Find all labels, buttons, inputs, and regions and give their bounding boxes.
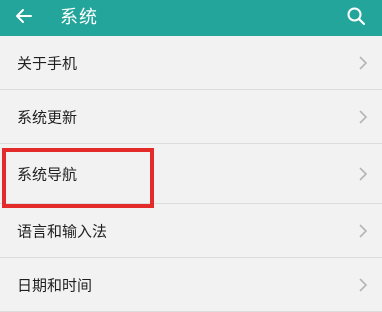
settings-item-label: 语言和输入法 [17, 222, 108, 240]
chevron-right-icon [358, 166, 368, 182]
settings-item-system-navigation[interactable]: 系统导航 [0, 144, 382, 204]
settings-item-label: 关于手机 [17, 54, 78, 72]
arrow-left-icon [14, 6, 34, 30]
app-bar: 系统 [0, 0, 382, 36]
chevron-right-icon [358, 223, 368, 239]
settings-item-language-input[interactable]: 语言和输入法 [0, 204, 382, 258]
page-title: 系统 [60, 7, 98, 28]
search-button[interactable] [342, 4, 370, 32]
settings-item-label: 系统更新 [17, 108, 78, 126]
chevron-right-icon [358, 55, 368, 71]
settings-item-system-update[interactable]: 系统更新 [0, 90, 382, 144]
chevron-right-icon [358, 277, 368, 293]
settings-list: 关于手机 系统更新 系统导航 语言和输入法 日期和时间 [0, 36, 382, 312]
settings-item-label: 系统导航 [17, 165, 78, 183]
back-button[interactable] [10, 4, 38, 32]
settings-item-date-time[interactable]: 日期和时间 [0, 258, 382, 312]
search-icon [346, 6, 366, 30]
settings-item-about-phone[interactable]: 关于手机 [0, 36, 382, 90]
settings-item-label: 日期和时间 [17, 276, 93, 294]
chevron-right-icon [358, 109, 368, 125]
